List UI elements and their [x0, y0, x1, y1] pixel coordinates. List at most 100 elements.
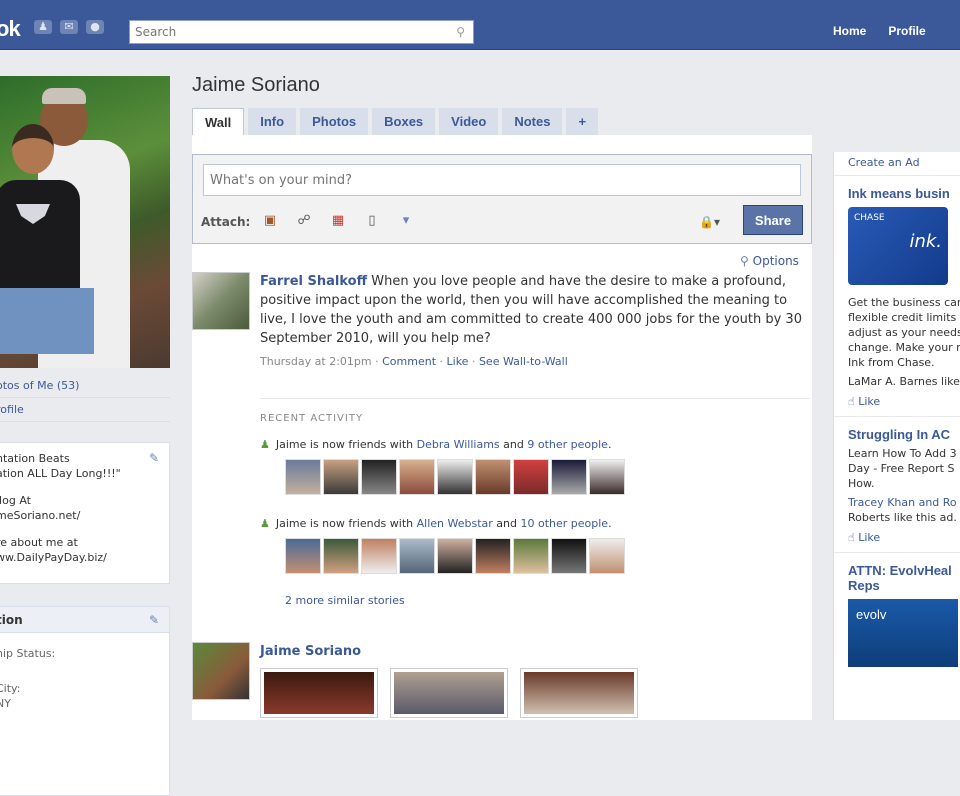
friend-thumbnail[interactable]: [399, 538, 435, 574]
story-photo[interactable]: [520, 668, 638, 718]
story-timestamp: Thursday at 2:01pm: [260, 355, 372, 368]
other-people-link[interactable]: 9 other people: [527, 438, 608, 451]
story-photo[interactable]: [390, 668, 508, 718]
friend-thumbnail[interactable]: [513, 538, 549, 574]
notifications-icon[interactable]: ●: [86, 20, 104, 34]
friend-requests-icon[interactable]: ♟: [34, 20, 52, 34]
magnifier-icon: ⚲: [740, 254, 749, 268]
other-people-link[interactable]: 10 other people: [520, 517, 608, 530]
friend-thumbnail[interactable]: [475, 459, 511, 495]
city-value: NY: [0, 697, 11, 710]
friend-avatar[interactable]: [192, 272, 250, 330]
friend-thumbnail[interactable]: [551, 538, 587, 574]
search-input[interactable]: [130, 21, 440, 43]
photo-attach-icon[interactable]: ▣: [259, 211, 281, 231]
top-bar: ok ♟ ✉ ● ⚲ Home Profile: [0, 0, 960, 50]
ad-liker-link[interactable]: LaMar A. Barnes like: [848, 374, 960, 389]
comment-link[interactable]: Comment: [382, 355, 436, 368]
friend-thumbnails: [285, 459, 810, 495]
sponsored-ad: ATTN: EvolvHeal Reps evolv: [834, 563, 960, 681]
photos-of-me-link[interactable]: otos of Me (53): [0, 374, 170, 398]
status-input[interactable]: [203, 164, 801, 196]
bio-box: ✎ ntation Beats ation ALL Day Long!!!" l…: [0, 442, 170, 584]
ad-title-link[interactable]: ATTN: EvolvHeal: [848, 563, 960, 578]
friend-link[interactable]: Debra Williams: [417, 438, 500, 451]
nav-profile-link[interactable]: Profile: [888, 24, 925, 38]
story-actor-link[interactable]: Jaime Soriano: [260, 644, 361, 659]
ad-body-line: flexible credit limits t: [848, 311, 960, 324]
friend-thumbnail[interactable]: [323, 538, 359, 574]
ad-body-line: Learn How To Add 3: [848, 447, 957, 460]
jaime-avatar[interactable]: [192, 642, 250, 700]
bio-line-1: ntation Beats ation ALL Day Long!!!": [0, 452, 121, 480]
profile-tabs: Wall Info Photos Boxes Video Notes +: [192, 108, 599, 135]
profile-name: Jaime Soriano: [192, 74, 320, 96]
recent-activity: RECENT ACTIVITY ♟ Jaime is now friends wi…: [260, 398, 810, 607]
friend-thumbnail[interactable]: [285, 459, 321, 495]
friend-thumbnails: [285, 538, 810, 574]
friend-thumbnail[interactable]: [589, 459, 625, 495]
tab-boxes[interactable]: Boxes: [372, 108, 436, 135]
information-header: tion: [0, 607, 169, 633]
add-tab-button[interactable]: +: [566, 108, 599, 135]
friend-thumbnail[interactable]: [589, 538, 625, 574]
friend-thumbnail[interactable]: [513, 459, 549, 495]
ad-title-link[interactable]: Struggling In AC: [848, 427, 960, 442]
friend-thumbnail[interactable]: [323, 459, 359, 495]
bio-line-3: re about me at ww.DailyPayDay.biz/: [0, 536, 107, 564]
friend-thumbnail[interactable]: [361, 538, 397, 574]
more-attach-chevron-icon[interactable]: ▾: [395, 211, 417, 231]
friend-link[interactable]: Allen Webstar: [417, 517, 493, 530]
facebook-logo[interactable]: ok: [0, 16, 21, 42]
ad-image[interactable]: evolv: [848, 599, 958, 667]
tab-info[interactable]: Info: [248, 108, 297, 135]
messages-icon[interactable]: ✉: [60, 20, 78, 34]
friend-thumbnail[interactable]: [361, 459, 397, 495]
more-stories-link[interactable]: 2 more similar stories: [285, 594, 810, 607]
create-ad-link[interactable]: Create an Ad: [834, 152, 960, 176]
edit-pencil-icon[interactable]: ✎: [149, 613, 159, 627]
edit-pencil-icon[interactable]: ✎: [149, 451, 159, 465]
tab-photos[interactable]: Photos: [300, 108, 369, 135]
friend-thumbnail[interactable]: [437, 459, 473, 495]
friend-activity-line: ♟ Jaime is now friends with Allen Webstar…: [260, 517, 612, 530]
wall-to-wall-link[interactable]: See Wall-to-Wall: [479, 355, 568, 368]
friend-thumbnail[interactable]: [285, 538, 321, 574]
edit-profile-link[interactable]: rofile: [0, 398, 170, 422]
ad-like-button[interactable]: ☝ Like: [848, 395, 960, 408]
story-photo[interactable]: [260, 668, 378, 718]
information-box: tion ✎ hip Status: City: NY: [0, 606, 170, 796]
tab-notes[interactable]: Notes: [502, 108, 563, 135]
nav-home-link[interactable]: Home: [833, 24, 866, 38]
wall: Attach: ▣ ☍ ▦ ▯ ▾ 🔒▾ Share ⚲ Options Far…: [192, 144, 812, 720]
tab-wall[interactable]: Wall: [192, 108, 245, 135]
friend-thumbnail[interactable]: [437, 538, 473, 574]
share-button[interactable]: Share: [743, 205, 803, 235]
friends-icon: ♟: [260, 517, 270, 530]
ad-title-link-2[interactable]: Reps: [848, 578, 960, 593]
link-attach-icon[interactable]: ☍: [293, 211, 315, 231]
friend-thumbnail[interactable]: [551, 459, 587, 495]
ad-title-link[interactable]: Ink means busin: [848, 186, 960, 201]
ad-body-line: Get the business car: [848, 296, 960, 309]
left-column: otos of Me (53) rofile ✎ ntation Beats a…: [0, 76, 170, 796]
sponsored-ad: Struggling In AC Learn How To Add 3 Day …: [834, 427, 960, 553]
tab-video[interactable]: Video: [439, 108, 499, 135]
options-link[interactable]: ⚲ Options: [740, 254, 799, 268]
relationship-status-label: hip Status:: [0, 647, 56, 660]
ad-like-button[interactable]: ☝ Like: [848, 531, 960, 544]
ad-liker-link[interactable]: Tracey Khan and Ro: [848, 495, 960, 510]
story-actor-link[interactable]: Farrel Shalkoff: [260, 274, 367, 289]
event-attach-icon[interactable]: ▦: [327, 211, 349, 231]
search-icon[interactable]: ⚲: [456, 25, 465, 39]
thumbs-up-icon: ☝: [848, 395, 855, 408]
privacy-lock-icon[interactable]: 🔒▾: [699, 215, 720, 229]
ad-image[interactable]: CHASE ink.: [848, 207, 948, 285]
friend-thumbnail[interactable]: [399, 459, 435, 495]
friend-thumbnail[interactable]: [475, 538, 511, 574]
note-attach-icon[interactable]: ▯: [361, 211, 383, 231]
friend-activity-line: ♟ Jaime is now friends with Debra William…: [260, 438, 612, 451]
profile-picture[interactable]: [0, 76, 170, 368]
thumbs-up-icon: ☝: [848, 531, 855, 544]
like-link[interactable]: Like: [447, 355, 469, 368]
